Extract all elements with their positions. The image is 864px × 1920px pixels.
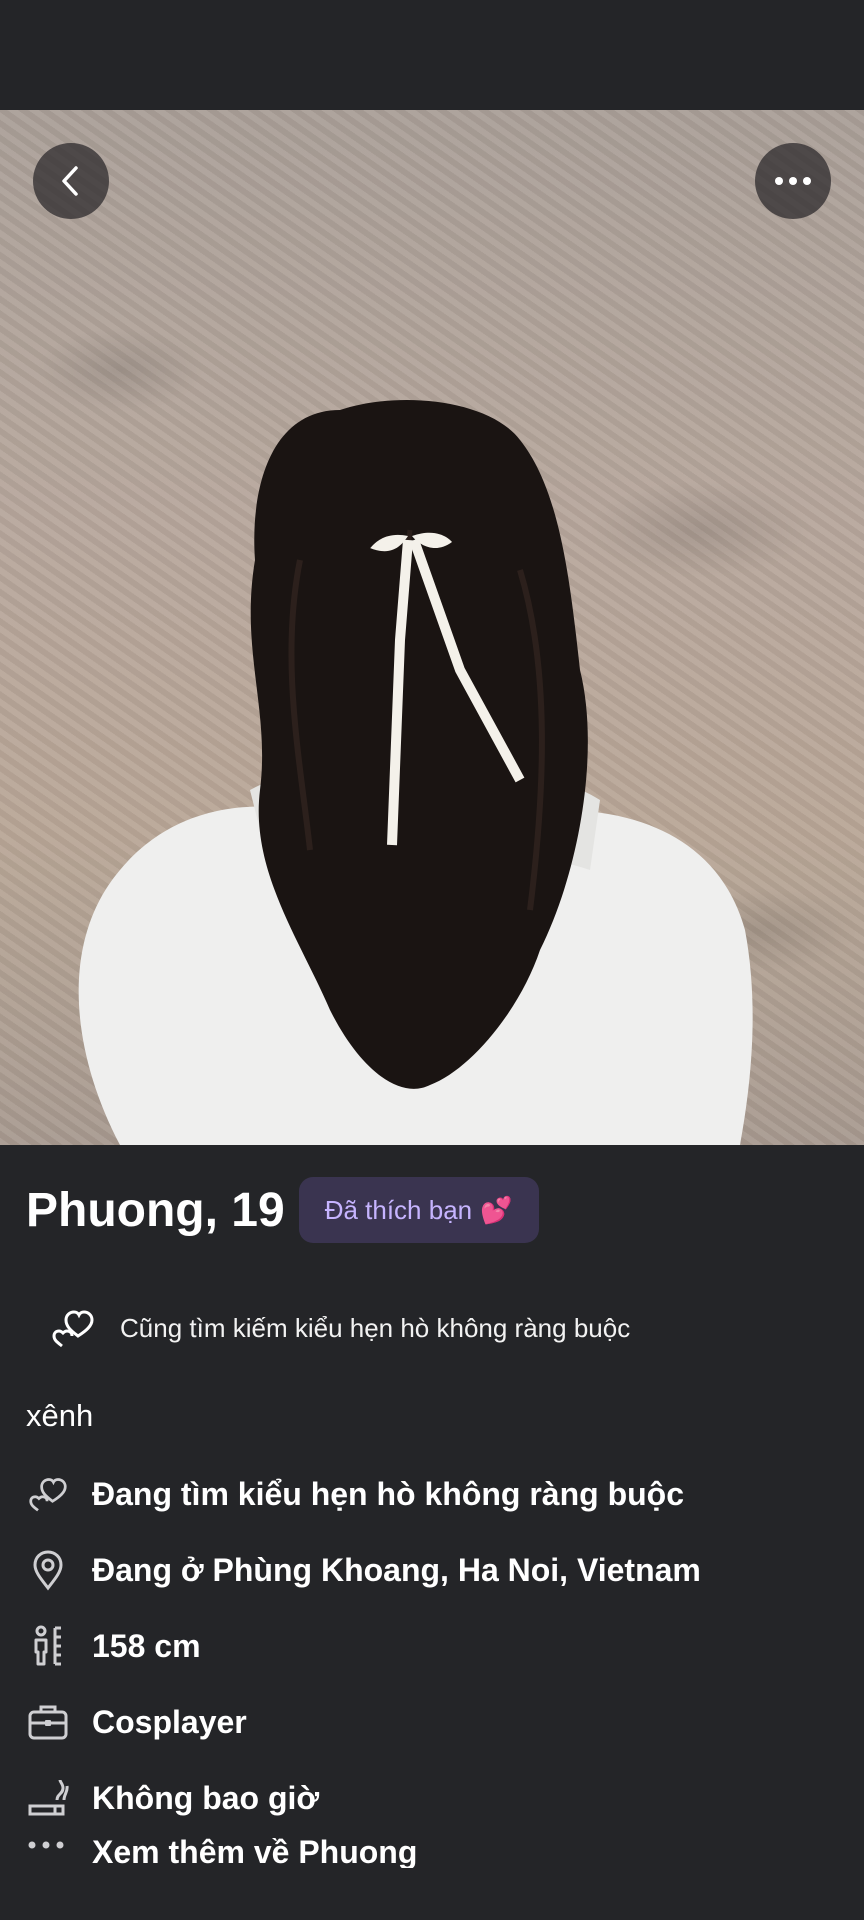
location-pin-icon: [33, 1550, 63, 1591]
detail-label: 158 cm: [92, 1627, 201, 1664]
liked-badge-label: Đã thích bạn: [324, 1194, 473, 1225]
detail-job: Cosplayer: [26, 1694, 247, 1750]
bottom-area: [0, 1868, 864, 1920]
also-looking-text: Cũng tìm kiếm kiểu hẹn hò không ràng buộ…: [120, 1312, 631, 1343]
profile-photo[interactable]: [0, 110, 864, 1145]
chevron-left-icon: [62, 166, 78, 196]
profile-bio: xênh: [26, 1398, 94, 1433]
detail-label: Cosplayer: [92, 1703, 247, 1740]
hearts-icon: [29, 1478, 67, 1512]
photo-scene: [78, 400, 753, 1145]
also-looking-row: Cũng tìm kiếm kiểu hẹn hò không ràng buộ…: [50, 1300, 630, 1356]
detail-smoking: Không bao giờ: [26, 1770, 319, 1826]
two-hearts-emoji: 💕: [480, 1194, 513, 1225]
more-options-button[interactable]: [755, 143, 831, 219]
detail-relationship-goal: Đang tìm kiểu hẹn hò không ràng buộc: [26, 1466, 684, 1522]
see-more-link[interactable]: Xem thêm về Phuong: [26, 1838, 417, 1868]
smoking-icon: [28, 1779, 69, 1816]
detail-label: Đang tìm kiểu hẹn hò không ràng buộc: [92, 1475, 685, 1512]
profile-name-age: Phuong, 19: [26, 1183, 285, 1237]
detail-location: Đang ở Phùng Khoang, Ha Noi, Vietnam: [26, 1542, 701, 1598]
hearts-icon: [52, 1310, 94, 1348]
liked-you-badge: Đã thích bạn 💕: [298, 1177, 539, 1243]
briefcase-icon: [28, 1705, 68, 1740]
more-dots-icon: [775, 177, 811, 185]
status-bar: [0, 0, 864, 110]
see-more-label[interactable]: Xem thêm về Phuong: [92, 1838, 417, 1868]
detail-label: Đang ở Phùng Khoang, Ha Noi, Vietnam: [92, 1551, 701, 1588]
more-dots-icon: [28, 1841, 64, 1849]
back-button[interactable]: [33, 143, 109, 219]
height-icon: [34, 1625, 61, 1666]
detail-label: Không bao giờ: [92, 1779, 320, 1816]
profile-header: Phuong, 19 Đã thích bạn 💕: [26, 1175, 539, 1245]
detail-height: 158 cm: [26, 1618, 201, 1674]
